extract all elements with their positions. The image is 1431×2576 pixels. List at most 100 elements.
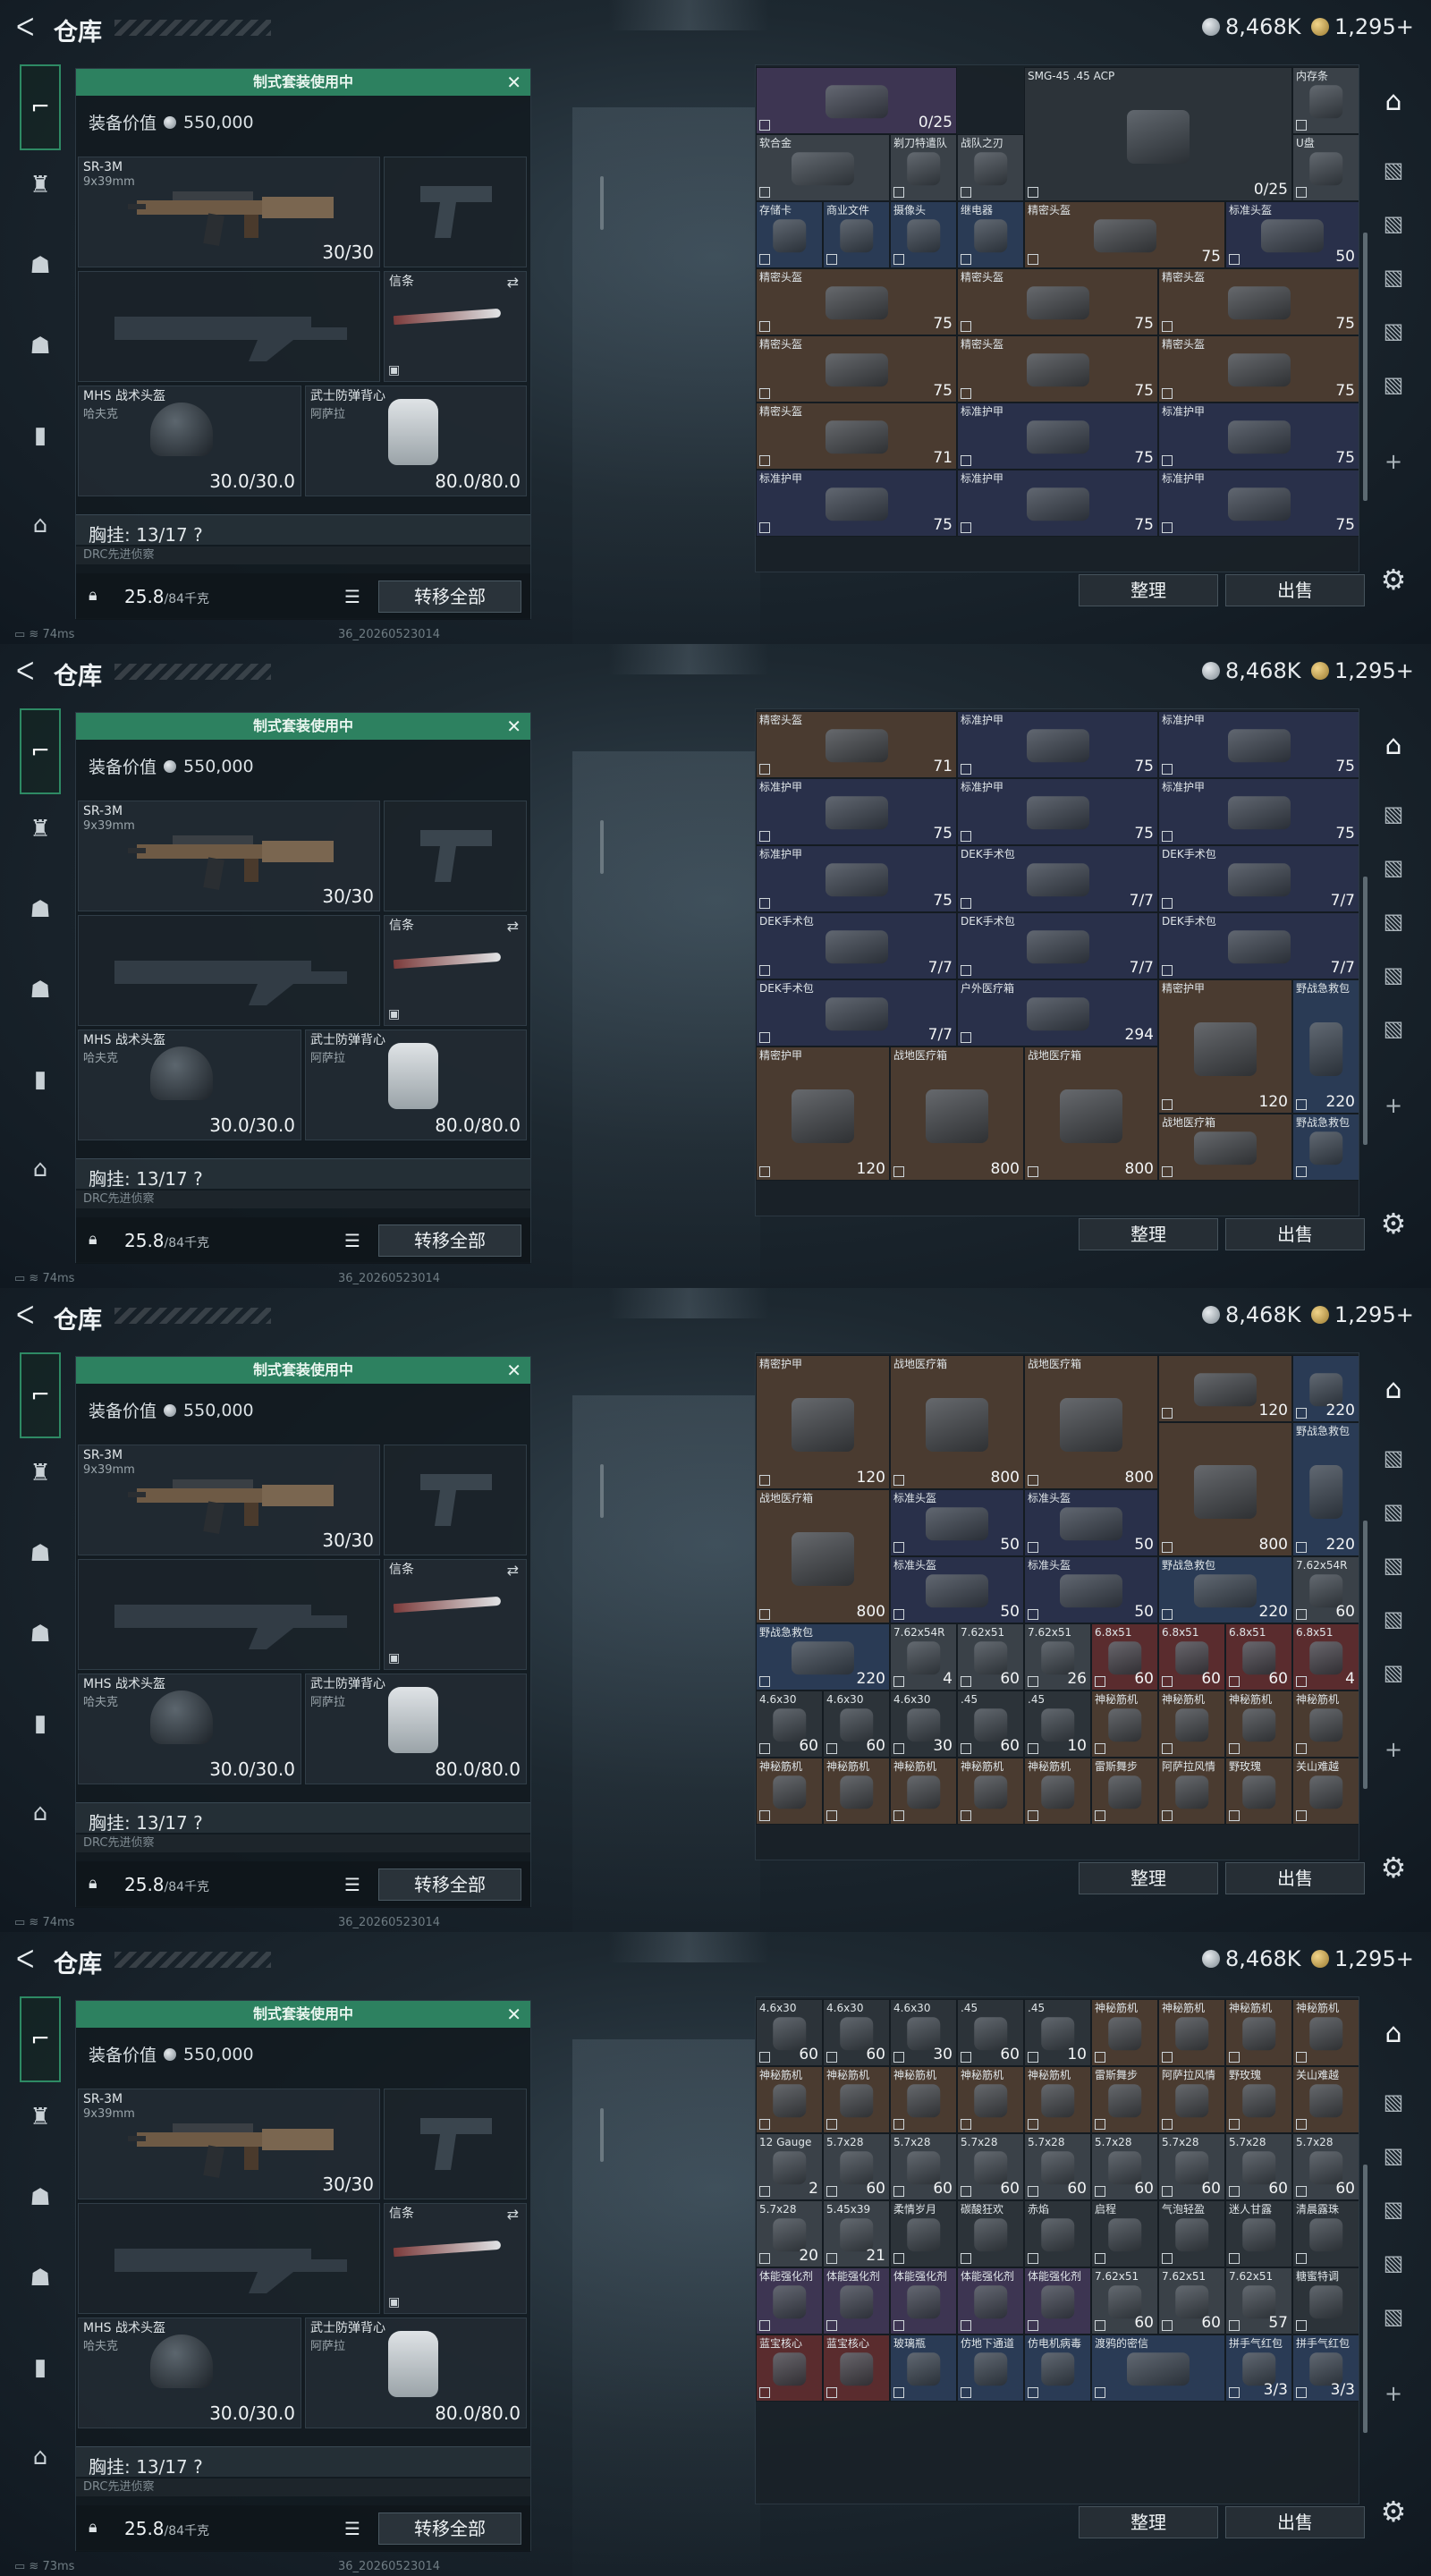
transfer-all-button[interactable]: 转移全部: [378, 1868, 521, 1901]
inventory-item[interactable]: 体能强化剂: [1024, 2267, 1091, 2334]
inventory-item[interactable]: 神秘筋机: [756, 1758, 823, 1825]
sidebar-rifle-icon[interactable]: ⌐: [20, 708, 61, 794]
inventory-item[interactable]: 软合金: [756, 134, 890, 201]
sell-button[interactable]: 出售: [1225, 574, 1365, 606]
inventory-item[interactable]: 精密头盔 75: [957, 335, 1158, 402]
inventory-item[interactable]: 神秘筋机: [957, 2066, 1024, 2133]
inventory-item[interactable]: 标准护甲 75: [756, 845, 957, 912]
inventory-item[interactable]: 雷斯舞步: [1091, 2066, 1158, 2133]
inventory-item[interactable]: 精密头盔 75: [756, 335, 957, 402]
inventory-scrollbar[interactable]: [1363, 233, 1367, 501]
inventory-grid[interactable]: 4.6x30 60 4.6x30 60 4.6x30 30.45 60.45 10 神秘筋机 神秘…: [755, 1996, 1359, 2504]
inventory-item[interactable]: 神秘筋机: [1024, 1758, 1091, 1825]
inventory-item[interactable]: 800: [1158, 1422, 1292, 1556]
inventory-item[interactable]: 阿萨拉风情: [1158, 1758, 1225, 1825]
inventory-item[interactable]: 野玫瑰: [1225, 2066, 1292, 2133]
gold-currency[interactable]: 1,295+: [1311, 658, 1414, 683]
inventory-item[interactable]: 神秘筋机: [823, 1758, 890, 1825]
inventory-item[interactable]: 120: [1158, 1355, 1292, 1422]
storage-tab-icon[interactable]: ▧: [1374, 955, 1413, 995]
inventory-item[interactable]: 精密头盔 75: [957, 268, 1158, 335]
primary-weapon-slot[interactable]: SR-3M 9x39mm 30/30: [78, 801, 380, 911]
inventory-item[interactable]: 标准头盔 50: [1024, 1556, 1158, 1623]
inventory-item[interactable]: 7.62x51 60: [1091, 2267, 1158, 2334]
storage-tab-icon[interactable]: ▧: [1374, 2190, 1413, 2229]
inventory-item[interactable]: 拼手气红包 3/3: [1292, 2334, 1359, 2402]
inventory-item[interactable]: DEK手术包 7/7: [957, 845, 1158, 912]
inventory-item[interactable]: 神秘筋机: [1225, 1690, 1292, 1758]
sidebar-pouch-icon[interactable]: ☗: [18, 2256, 63, 2301]
inventory-item[interactable]: 关山难越: [1292, 1758, 1359, 1825]
inventory-item[interactable]: 精密头盔 75: [1024, 201, 1225, 268]
inventory-item[interactable]: 7.62x51 57: [1225, 2267, 1292, 2334]
inventory-item[interactable]: 商业文件: [823, 201, 890, 268]
swap-icon[interactable]: ⇄: [507, 2206, 519, 2223]
inventory-item[interactable]: 5.7x28 60: [1091, 2133, 1158, 2200]
helmet-slot[interactable]: MHS 战术头盔 哈夫克 30.0/30.0: [78, 386, 301, 496]
primary-weapon-slot[interactable]: SR-3M 9x39mm 30/30: [78, 157, 380, 267]
loadout-scrollbar[interactable]: [600, 820, 604, 874]
inventory-item[interactable]: 存储卡: [756, 201, 823, 268]
sort-button[interactable]: 整理: [1079, 1218, 1218, 1250]
inventory-item[interactable]: 户外医疗箱 294: [957, 979, 1158, 1046]
inventory-item[interactable]: 清晨露珠: [1292, 2200, 1359, 2267]
inventory-scrollbar[interactable]: [1363, 2165, 1367, 2433]
sell-button[interactable]: 出售: [1225, 1218, 1365, 1250]
inventory-item[interactable]: 内存条: [1292, 67, 1359, 134]
inventory-item[interactable]: 仿地下通道: [957, 2334, 1024, 2402]
inventory-item[interactable]: 标准护甲 75: [957, 711, 1158, 778]
melee-slot[interactable]: 信条 ⇄ ▣: [384, 915, 527, 1026]
inventory-item[interactable]: 标准头盔 50: [1225, 201, 1359, 268]
inventory-item[interactable]: 迷人甘露: [1225, 2200, 1292, 2267]
inventory-item[interactable]: 神秘筋机: [1292, 1999, 1359, 2066]
back-icon[interactable]: ᐸ: [16, 14, 34, 41]
inventory-item[interactable]: 神秘筋机: [890, 1758, 957, 1825]
inventory-item[interactable]: 神秘筋机: [1091, 1690, 1158, 1758]
sell-button[interactable]: 出售: [1225, 1862, 1365, 1894]
storage-tab-icon[interactable]: ▧: [1374, 902, 1413, 941]
inventory-item[interactable]: 7.62x51 60: [957, 1623, 1024, 1690]
inventory-item[interactable]: .45 10: [1024, 1690, 1091, 1758]
inventory-item[interactable]: DEK手术包 7/7: [957, 912, 1158, 979]
sidebar-case-icon[interactable]: ▮: [18, 413, 63, 458]
inventory-item[interactable]: 6.8x51 60: [1158, 1623, 1225, 1690]
inventory-item[interactable]: 关山难越: [1292, 2066, 1359, 2133]
sidebar-backpack-icon[interactable]: ☗: [18, 243, 63, 288]
inventory-item[interactable]: 12 Gauge 2: [756, 2133, 823, 2200]
plus-icon[interactable]: +: [1374, 2374, 1413, 2413]
storage-tab-icon[interactable]: ▧: [1374, 1009, 1413, 1048]
gold-currency[interactable]: 1,295+: [1311, 1946, 1414, 1971]
second-primary-slot[interactable]: [78, 1559, 380, 1670]
inventory-item[interactable]: 神秘筋机: [1091, 1999, 1158, 2066]
list-icon[interactable]: ☰: [344, 1874, 360, 1895]
inventory-item[interactable]: 精密护甲 120: [756, 1355, 890, 1489]
storage-tab-icon[interactable]: ▧: [1374, 1599, 1413, 1639]
helmet-slot[interactable]: MHS 战术头盔 哈夫克 30.0/30.0: [78, 1030, 301, 1140]
helmet-slot[interactable]: MHS 战术头盔 哈夫克 30.0/30.0: [78, 2318, 301, 2428]
inventory-item[interactable]: 7.62x54R 60: [1292, 1556, 1359, 1623]
settings-gear-icon[interactable]: ⚙: [1374, 560, 1413, 599]
inventory-item[interactable]: 精密护甲 120: [756, 1046, 890, 1181]
inventory-item[interactable]: 7.62x54R 4: [890, 1623, 957, 1690]
gold-currency[interactable]: 1,295+: [1311, 1302, 1414, 1327]
inventory-item[interactable]: 5.7x28 60: [1024, 2133, 1091, 2200]
inventory-item[interactable]: 赤焰: [1024, 2200, 1091, 2267]
settings-gear-icon[interactable]: ⚙: [1374, 1848, 1413, 1887]
inventory-item[interactable]: 4.6x30 60: [823, 1690, 890, 1758]
inventory-item[interactable]: 战地医疗箱 800: [890, 1046, 1024, 1181]
inventory-item[interactable]: 标准护甲 75: [957, 402, 1158, 470]
storage-tab-icon[interactable]: ▧: [1374, 204, 1413, 243]
inventory-item[interactable]: .45 60: [957, 1999, 1024, 2066]
storage-tab-icon[interactable]: ▧: [1374, 2243, 1413, 2283]
inventory-item[interactable]: 糖蜜特调: [1292, 2267, 1359, 2334]
back-icon[interactable]: ᐸ: [16, 1302, 34, 1329]
melee-slot[interactable]: 信条 ⇄ ▣: [384, 271, 527, 382]
chest-rig-row[interactable]: 胸挂: 13/17 ?: [76, 1802, 530, 1834]
back-icon[interactable]: ᐸ: [16, 658, 34, 685]
inventory-item[interactable]: .45 60: [957, 1690, 1024, 1758]
armor-slot[interactable]: 武士防弹背心 阿萨拉 80.0/80.0: [305, 1674, 527, 1784]
inventory-item[interactable]: 神秘筋机: [957, 1758, 1024, 1825]
inventory-item[interactable]: 4.6x30 60: [756, 1690, 823, 1758]
chest-rig-row[interactable]: 胸挂: 13/17 ?: [76, 514, 530, 546]
inventory-scrollbar[interactable]: [1363, 1521, 1367, 1789]
